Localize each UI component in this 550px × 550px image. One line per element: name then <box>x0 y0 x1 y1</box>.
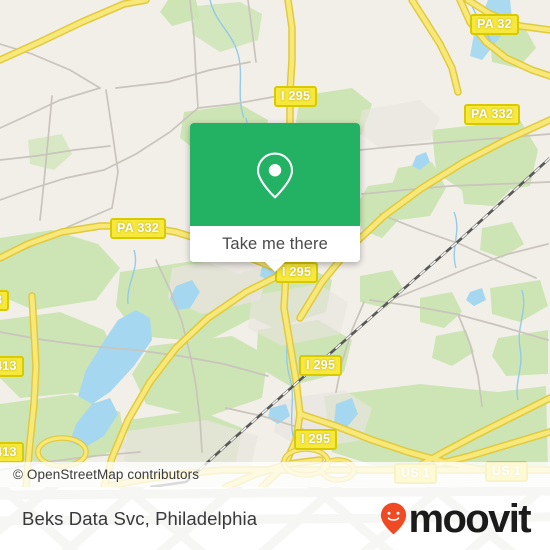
footer-bar: Beks Data Svc, Philadelphia moovit <box>0 487 550 550</box>
moovit-place-card-screenshot: PA 32 I 295 PA 332 PA 332 3 I 295 413 I … <box>0 0 550 550</box>
take-me-there-button[interactable]: Take me there <box>190 226 360 262</box>
place-callout-card[interactable]: Take me there <box>190 123 360 272</box>
moovit-wordmark: moovit <box>408 496 531 541</box>
take-me-there-label: Take me there <box>222 234 328 253</box>
road-shield: I 295 <box>294 429 338 450</box>
road-shield: PA 332 <box>110 218 167 239</box>
moovit-smiley-pin-icon <box>381 502 407 535</box>
place-name-label: Beks Data Svc, Philadelphia <box>22 507 258 529</box>
road-shield: PA 32 <box>470 14 519 35</box>
road-shield: 413 <box>0 356 24 377</box>
road-shield: I 295 <box>299 355 343 376</box>
moovit-logo[interactable]: moovit <box>380 496 532 541</box>
road-shield: 413 <box>0 442 24 463</box>
card-pointer-tail <box>264 261 286 272</box>
location-pin-icon <box>256 152 294 199</box>
road-shield: PA 332 <box>464 104 521 125</box>
road-shield: 3 <box>0 290 10 311</box>
osm-attribution-text: © OpenStreetMap contributors <box>13 467 200 482</box>
osm-attribution: © OpenStreetMap contributors <box>0 462 550 487</box>
card-header <box>190 123 360 226</box>
road-shield: I 295 <box>274 86 318 107</box>
